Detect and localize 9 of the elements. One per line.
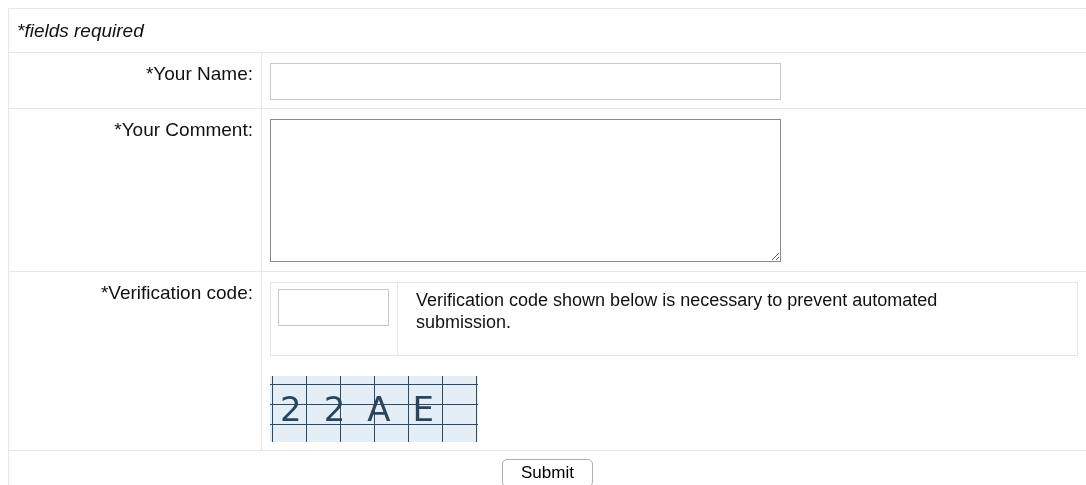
verification-field[interactable] (278, 289, 389, 326)
verification-hint: Verification code shown below is necessary to prevent automated submission. (415, 289, 939, 334)
required-note: *fields required (17, 19, 144, 42)
field-label: *Your Name: (145, 63, 253, 84)
comment-field[interactable] (270, 119, 781, 262)
name-field[interactable] (270, 63, 781, 100)
field-label: *Verification code: (100, 282, 253, 303)
field-label: *Your Comment: (114, 119, 253, 140)
submit-button[interactable]: Submit (502, 459, 593, 485)
